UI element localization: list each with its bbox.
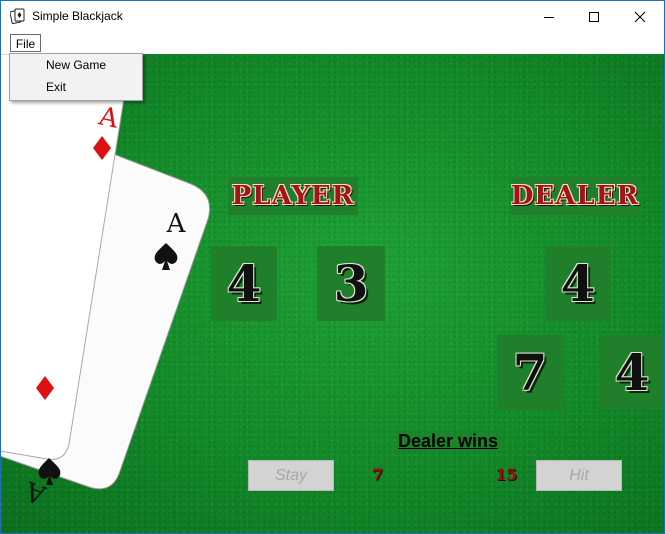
title-bar[interactable]: Simple Blackjack — [1, 1, 664, 32]
svg-text:A: A — [21, 474, 51, 509]
dealer-card: 4 — [599, 335, 664, 410]
menu-bar: File — [1, 32, 664, 54]
hit-button[interactable]: Hit — [536, 460, 622, 491]
dealer-total: 15 — [495, 465, 518, 484]
close-icon — [634, 11, 646, 22]
cards-app-icon — [10, 8, 25, 24]
maximize-icon — [589, 11, 599, 22]
app-window: Simple Blackjack File PLAYER DEALER 4 3 … — [0, 0, 665, 534]
game-status: Dealer wins — [396, 431, 501, 452]
window-title: Simple Blackjack — [32, 9, 123, 23]
menu-item-label: New Game — [46, 58, 107, 72]
player-card: 3 — [317, 246, 385, 321]
dealer-card: 7 — [497, 335, 563, 410]
maximize-button[interactable] — [571, 1, 617, 32]
close-button[interactable] — [617, 1, 663, 32]
decorative-aces: A A A A — [1, 54, 211, 510]
dealer-card: 4 — [545, 246, 611, 321]
card-rank: A — [166, 209, 187, 239]
player-total: 7 — [372, 465, 384, 484]
stay-button[interactable]: Stay — [248, 460, 334, 491]
file-dropdown-menu: New Game Exit — [9, 53, 143, 101]
menu-item-label: Exit — [46, 80, 67, 94]
dealer-label: DEALER — [511, 177, 639, 215]
minimize-button[interactable] — [526, 1, 572, 32]
file-menu[interactable]: File — [10, 34, 41, 52]
menu-item-exit[interactable]: Exit — [11, 77, 141, 98]
player-label: PLAYER — [228, 177, 358, 215]
minimize-icon — [544, 16, 554, 18]
menu-item-new-game[interactable]: New Game — [11, 55, 141, 76]
